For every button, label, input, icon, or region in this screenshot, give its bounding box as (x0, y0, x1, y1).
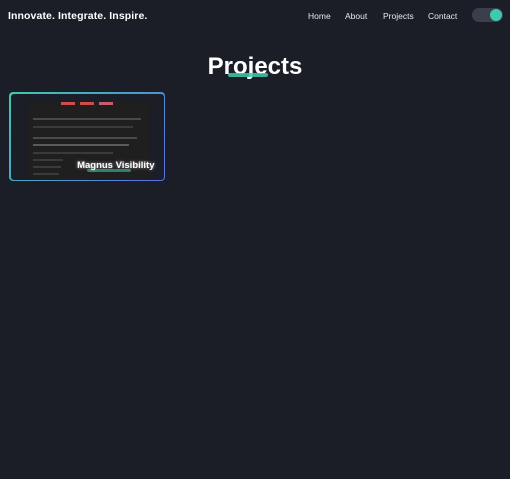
theme-toggle[interactable] (472, 8, 503, 22)
nav-link-about[interactable]: About (345, 11, 367, 21)
nav-links: Home About Projects Contact (0, 11, 510, 23)
thumbnail-row (32, 158, 63, 161)
nav-link-home[interactable]: Home (308, 11, 331, 21)
thumbnail-row (32, 172, 59, 175)
title-underline (228, 73, 268, 77)
thumbnail-row (32, 117, 141, 120)
thumbnail-tag (79, 101, 94, 105)
nav-link-projects[interactable]: Projects (383, 11, 414, 21)
thumbnail-row (32, 143, 129, 146)
project-name: Magnus Visibility (77, 159, 155, 171)
thumbnail-tag (60, 101, 75, 105)
thumbnail-row (32, 165, 61, 168)
navbar: Innovate. Integrate. Inspire. Home About… (0, 0, 510, 31)
thumbnail-row (32, 151, 113, 154)
thumbnail-tag (98, 101, 113, 105)
theme-toggle-knob (490, 9, 502, 21)
nav-link-contact[interactable]: Contact (428, 11, 457, 21)
thumbnail-row (32, 136, 137, 139)
thumbnail-row (32, 125, 133, 128)
project-card-inner: Magnus Visibility (10, 93, 164, 180)
project-card[interactable]: Magnus Visibility (9, 92, 165, 181)
